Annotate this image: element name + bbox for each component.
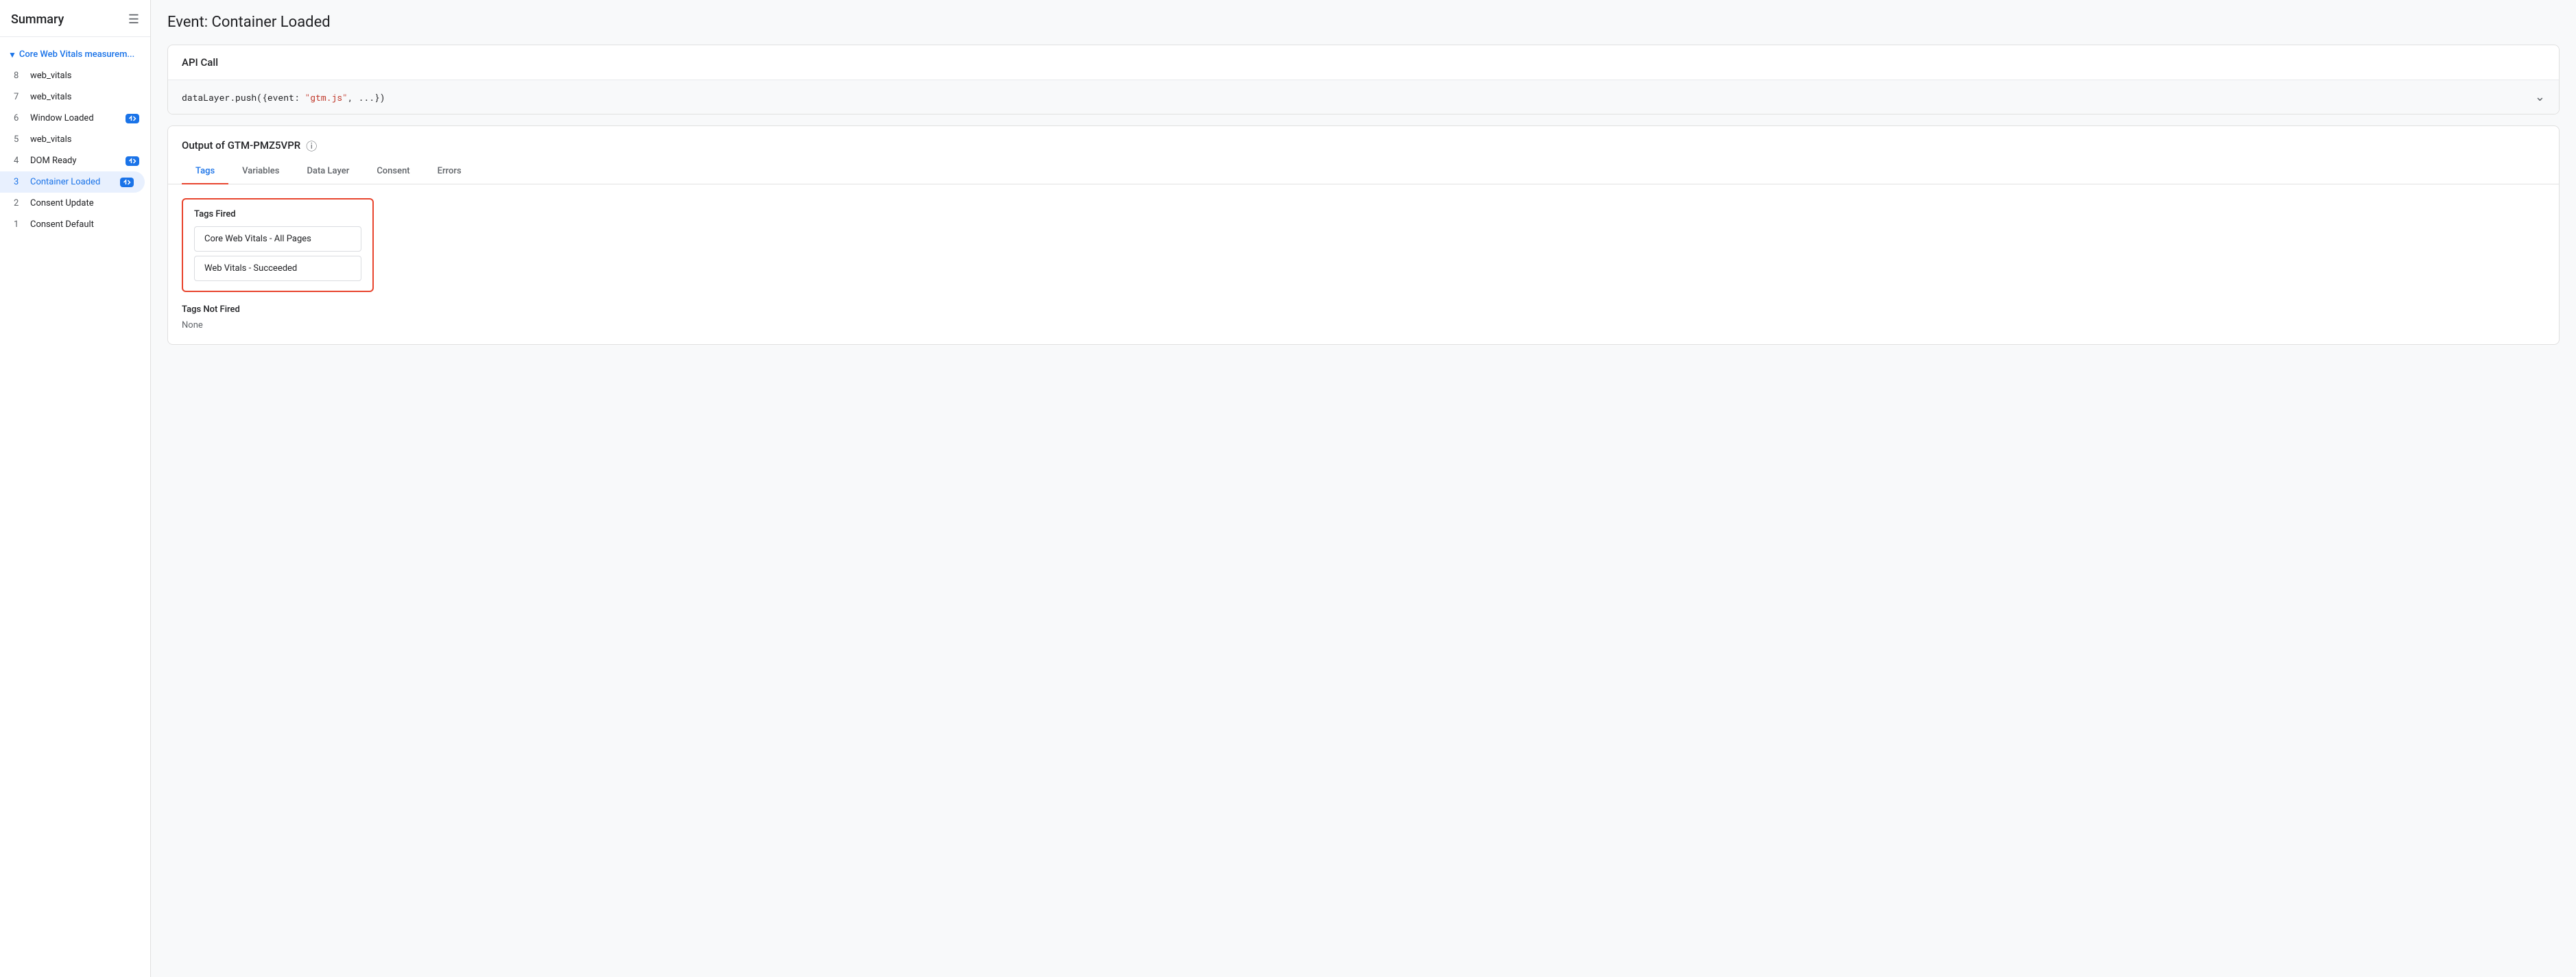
sidebar-item-1[interactable]: 1 Consent Default (0, 214, 150, 235)
output-title: Output of GTM-PMZ5VPR (182, 139, 300, 152)
code-suffix: , ...}) (348, 91, 385, 104)
tag-item-2[interactable]: Web Vitals - Succeeded (194, 256, 361, 281)
tags-not-fired-value: None (182, 320, 2545, 330)
output-card: Output of GTM-PMZ5VPR ⓘ Tags Variables D… (167, 125, 2560, 345)
tab-variables[interactable]: Variables (228, 159, 293, 184)
code-badge-6 (126, 114, 139, 123)
item-num-3: 3 (14, 177, 25, 187)
main-content: Event: Container Loaded API Call dataLay… (151, 0, 2576, 977)
item-label-7: web_vitals (30, 92, 139, 102)
api-call-code: dataLayer.push({event: "gtm.js", ...}) (182, 91, 385, 104)
filter-icon[interactable]: ☰ (128, 12, 139, 27)
tab-tags[interactable]: Tags (182, 159, 228, 184)
sidebar-item-4[interactable]: 4 DOM Ready (0, 150, 150, 171)
tags-not-fired-label: Tags Not Fired (182, 304, 2545, 315)
tab-errors[interactable]: Errors (424, 159, 475, 184)
item-num-7: 7 (14, 92, 25, 102)
sidebar: Summary ☰ ▼ Core Web Vitals measurem... … (0, 0, 151, 977)
tags-fired-label: Tags Fired (194, 209, 361, 219)
item-label-4: DOM Ready (30, 156, 120, 166)
sidebar-item-5[interactable]: 5 web_vitals (0, 129, 150, 150)
expand-icon[interactable]: ⌄ (2535, 90, 2545, 104)
item-label-3: Container Loaded (30, 177, 115, 187)
code-string: "gtm.js" (305, 91, 347, 104)
code-badge-3 (120, 178, 134, 187)
item-num-8: 8 (14, 71, 25, 81)
page-title: Event: Container Loaded (167, 14, 2560, 31)
code-badge-4 (126, 156, 139, 166)
tags-fired-section: Tags Fired Core Web Vitals - All Pages W… (182, 198, 374, 292)
sidebar-item-2[interactable]: 2 Consent Update (0, 193, 150, 214)
item-label-1: Consent Default (30, 219, 139, 230)
item-num-1: 1 (14, 219, 25, 230)
sidebar-section: ▼ Core Web Vitals measurem... 8 web_vita… (0, 37, 150, 242)
tab-data-layer[interactable]: Data Layer (293, 159, 363, 184)
sidebar-item-3[interactable]: 3 Container Loaded (0, 171, 145, 193)
item-label-5: web_vitals (30, 134, 139, 145)
api-call-body: dataLayer.push({event: "gtm.js", ...}) ⌄ (168, 80, 2559, 114)
sidebar-group-label: Core Web Vitals measurem... (19, 49, 134, 60)
sidebar-item-7[interactable]: 7 web_vitals (0, 86, 150, 108)
item-num-2: 2 (14, 198, 25, 208)
item-label-6: Window Loaded (30, 113, 120, 123)
api-call-card: API Call dataLayer.push({event: "gtm.js"… (167, 45, 2560, 114)
item-num-5: 5 (14, 134, 25, 145)
chevron-down-icon: ▼ (8, 50, 16, 60)
tags-not-fired-section: Tags Not Fired None (182, 304, 2545, 330)
tags-content: Tags Fired Core Web Vitals - All Pages W… (168, 184, 2559, 344)
tabs: Tags Variables Data Layer Consent Errors (168, 159, 2559, 184)
code-prefix: dataLayer.push({event: (182, 91, 305, 104)
item-label-2: Consent Update (30, 198, 139, 208)
tab-consent[interactable]: Consent (363, 159, 423, 184)
api-call-header: API Call (168, 45, 2559, 80)
item-num-4: 4 (14, 156, 25, 166)
info-icon[interactable]: ⓘ (306, 137, 317, 154)
output-header: Output of GTM-PMZ5VPR ⓘ (168, 126, 2559, 154)
item-num-6: 6 (14, 113, 25, 123)
tag-item-1[interactable]: Core Web Vitals - All Pages (194, 226, 361, 252)
sidebar-header: Summary ☰ (0, 0, 150, 37)
sidebar-item-6[interactable]: 6 Window Loaded (0, 108, 150, 129)
sidebar-item-8[interactable]: 8 web_vitals (0, 65, 150, 86)
sidebar-group-header[interactable]: ▼ Core Web Vitals measurem... (0, 44, 150, 65)
sidebar-title: Summary (11, 12, 64, 27)
item-label-8: web_vitals (30, 71, 139, 81)
